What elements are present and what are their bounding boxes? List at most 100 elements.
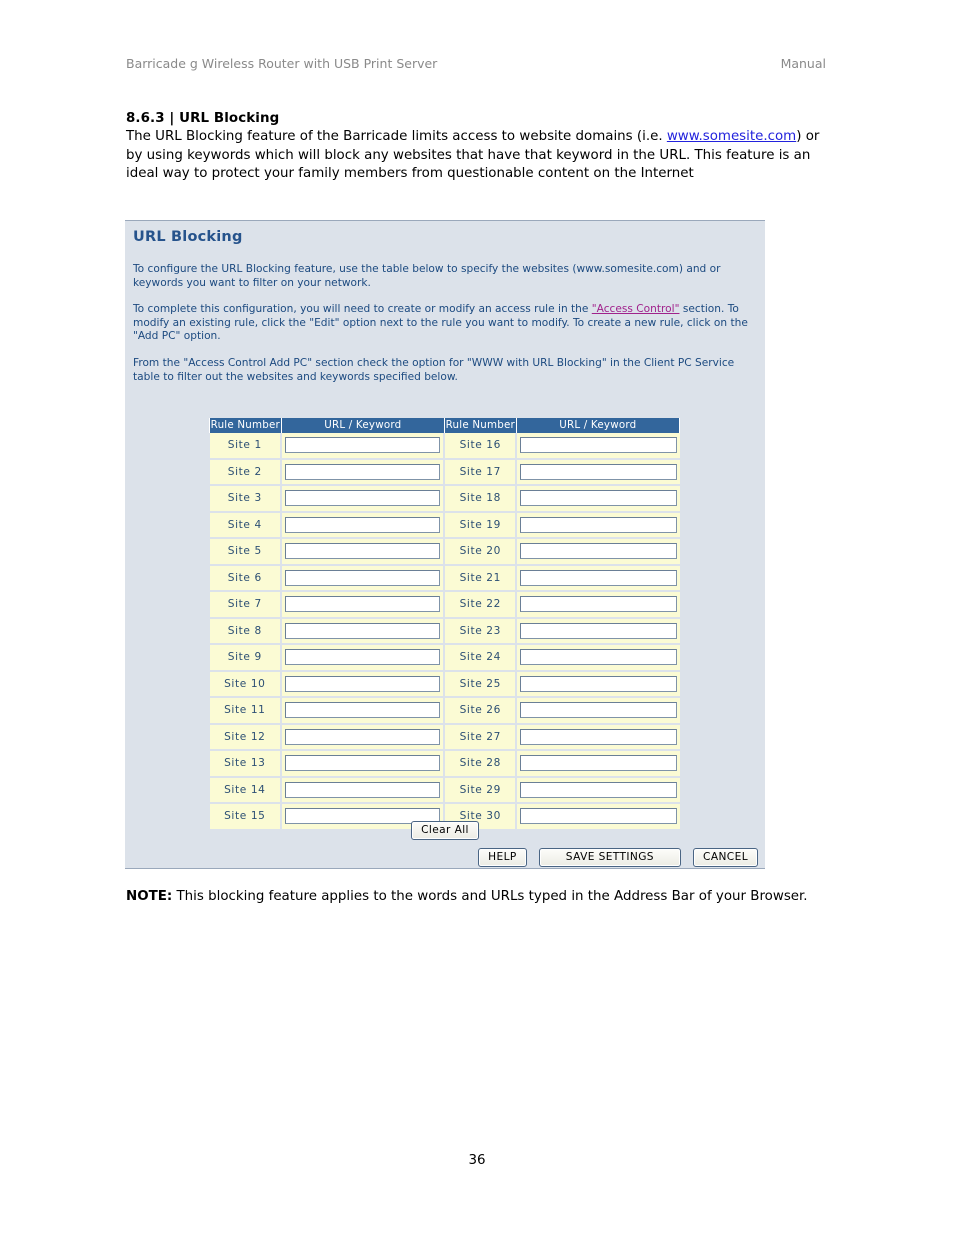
url-keyword-input[interactable] xyxy=(285,596,441,613)
url-keyword-cell xyxy=(516,564,680,592)
url-keyword-cell xyxy=(516,591,680,619)
url-keyword-cell xyxy=(516,723,680,751)
url-keyword-input[interactable] xyxy=(520,463,677,480)
rule-number-label: Site 17 xyxy=(444,458,518,486)
table-row: Site 2 Site 17 xyxy=(209,458,680,486)
url-keyword-input[interactable] xyxy=(520,755,677,772)
url-keyword-input[interactable] xyxy=(285,490,441,507)
url-keyword-cell xyxy=(281,670,446,698)
note-text: This blocking feature applies to the wor… xyxy=(172,889,808,904)
url-keyword-cell xyxy=(281,723,446,751)
url-keyword-cell xyxy=(281,511,446,539)
url-keyword-input[interactable] xyxy=(520,781,677,798)
clear-all-button[interactable]: Clear All xyxy=(411,821,479,840)
url-keyword-input[interactable] xyxy=(285,702,441,719)
url-keyword-input[interactable] xyxy=(520,437,677,454)
table-row: Site 11 Site 26 xyxy=(209,697,680,725)
url-keyword-cell xyxy=(281,617,446,645)
url-keyword-cell xyxy=(281,591,446,619)
url-keyword-cell xyxy=(281,564,446,592)
column-header-rule-number-right: Rule Number xyxy=(443,418,517,433)
url-keyword-input[interactable] xyxy=(285,728,441,745)
url-keyword-input[interactable] xyxy=(520,622,677,639)
url-keyword-cell xyxy=(516,750,680,778)
table-row: Site 3 Site 18 xyxy=(209,485,680,513)
url-keyword-input[interactable] xyxy=(285,543,441,560)
rule-number-label: Site 23 xyxy=(444,617,518,645)
column-header-url-keyword-left: URL / Keyword xyxy=(280,418,445,433)
rule-number-label: Site 3 xyxy=(209,485,283,513)
url-keyword-input[interactable] xyxy=(285,675,441,692)
header-document-type: Manual xyxy=(780,56,826,71)
url-keyword-input[interactable] xyxy=(520,702,677,719)
rule-number-label: Site 9 xyxy=(209,644,283,672)
table-header-row: Rule Number URL / Keyword Rule Number UR… xyxy=(209,418,681,433)
url-keyword-cell xyxy=(281,538,446,566)
url-keyword-cell xyxy=(281,458,446,486)
rule-number-label: Site 6 xyxy=(209,564,283,592)
save-settings-button[interactable]: SAVE SETTINGS xyxy=(538,848,681,867)
url-keyword-cell xyxy=(281,644,446,672)
panel-action-button-row: HELP SAVE SETTINGS CANCEL xyxy=(125,845,765,867)
url-keyword-cell xyxy=(281,750,446,778)
url-keyword-input[interactable] xyxy=(520,728,677,745)
column-header-url-keyword-right: URL / Keyword xyxy=(515,418,681,433)
cancel-button[interactable]: CANCEL xyxy=(693,848,758,867)
url-keyword-input[interactable] xyxy=(285,755,441,772)
rule-number-label: Site 18 xyxy=(444,485,518,513)
url-keyword-input[interactable] xyxy=(520,543,677,560)
somesite-link[interactable]: www.somesite.com xyxy=(667,129,796,144)
note-block: NOTE: This blocking feature applies to t… xyxy=(126,888,826,906)
help-button[interactable]: HELP xyxy=(478,848,527,867)
url-keyword-cell xyxy=(516,511,680,539)
running-header: Barricade g Wireless Router with USB Pri… xyxy=(126,56,826,71)
rule-number-label: Site 1 xyxy=(209,433,283,460)
table-body: Site 1 Site 16 Site 2 Site 17 Site 3 Site 18 S… xyxy=(209,433,680,831)
url-keyword-input[interactable] xyxy=(520,649,677,666)
table-row: Site 12 Site 27 xyxy=(209,723,680,751)
url-keyword-cell xyxy=(281,776,446,804)
url-keyword-input[interactable] xyxy=(285,649,441,666)
url-keyword-input[interactable] xyxy=(520,675,677,692)
url-keyword-input[interactable] xyxy=(520,490,677,507)
panel-paragraph-3: From the "Access Control Add PC" section… xyxy=(133,356,735,383)
url-keyword-cell xyxy=(516,697,680,725)
table-row: Site 8 Site 23 xyxy=(209,617,680,645)
url-keyword-input[interactable] xyxy=(285,463,441,480)
url-keyword-cell xyxy=(516,433,680,460)
url-keyword-input[interactable] xyxy=(285,437,441,454)
url-keyword-input[interactable] xyxy=(520,516,677,533)
table-row: Site 1 Site 16 xyxy=(209,433,680,460)
url-keyword-input[interactable] xyxy=(520,596,677,613)
panel-instructions: To configure the URL Blocking feature, u… xyxy=(133,263,753,397)
url-keyword-input[interactable] xyxy=(520,569,677,586)
url-keyword-input[interactable] xyxy=(285,516,441,533)
url-keyword-cell xyxy=(281,485,446,513)
url-keyword-cell xyxy=(516,485,680,513)
rule-number-label: Site 2 xyxy=(209,458,283,486)
url-keyword-input[interactable] xyxy=(285,622,441,639)
access-control-link[interactable]: "Access Control" xyxy=(592,303,680,315)
rule-number-label: Site 29 xyxy=(444,776,518,804)
rule-number-label: Site 14 xyxy=(209,776,283,804)
column-header-rule-number-left: Rule Number xyxy=(209,418,282,433)
url-keyword-cell xyxy=(281,697,446,725)
table-row: Site 13 Site 28 xyxy=(209,750,680,778)
url-blocking-panel: URL Blocking To configure the URL Blocki… xyxy=(125,220,765,869)
url-keyword-input[interactable] xyxy=(285,781,441,798)
panel-paragraph-2: To complete this configuration, you will… xyxy=(133,303,753,344)
table-row: Site 4 Site 19 xyxy=(209,511,680,539)
rule-number-label: Site 25 xyxy=(444,670,518,698)
url-keyword-cell xyxy=(516,670,680,698)
url-keyword-input[interactable] xyxy=(285,569,441,586)
url-keyword-cell xyxy=(516,644,680,672)
rule-number-label: Site 4 xyxy=(209,511,283,539)
url-keyword-cell xyxy=(516,617,680,645)
panel-title: URL Blocking xyxy=(133,229,243,245)
rule-number-label: Site 5 xyxy=(209,538,283,566)
url-keyword-cell xyxy=(516,538,680,566)
url-keyword-cell xyxy=(281,433,446,460)
url-keyword-cell xyxy=(516,776,680,804)
rule-number-label: Site 24 xyxy=(444,644,518,672)
url-keyword-cell xyxy=(516,458,680,486)
